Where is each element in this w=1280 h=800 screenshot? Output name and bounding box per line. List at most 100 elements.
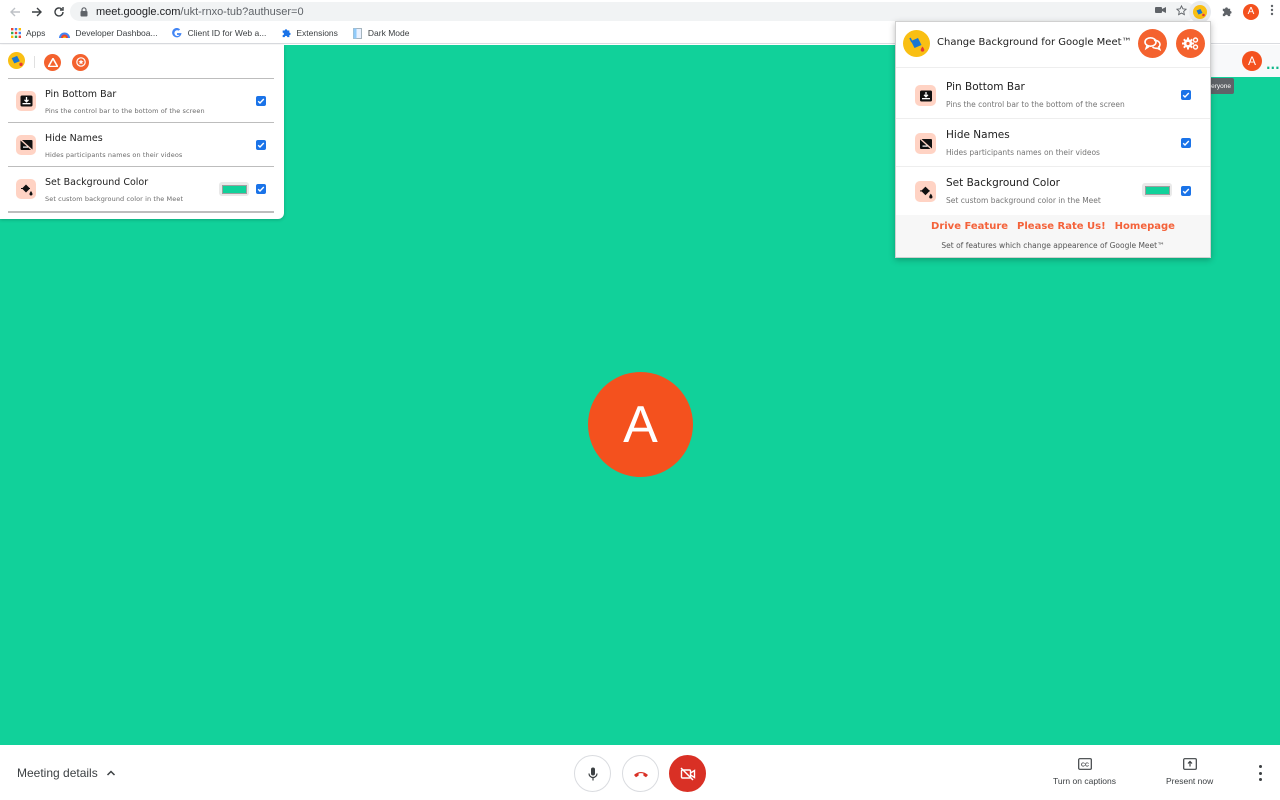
drive-button[interactable] bbox=[44, 53, 61, 71]
rate-button[interactable] bbox=[72, 53, 89, 71]
microphone-button[interactable] bbox=[574, 755, 611, 792]
meeting-details-label: Meeting details bbox=[17, 766, 98, 780]
hide-names-checkbox[interactable] bbox=[1181, 138, 1191, 148]
feature-description: Set custom background color in the Meet bbox=[45, 195, 184, 203]
present-screen-icon bbox=[1182, 758, 1197, 770]
settings-button[interactable] bbox=[1176, 29, 1205, 58]
panel-feature-background-color: Set Background Color Set custom backgrou… bbox=[8, 166, 274, 210]
extension-popup: Change Background for Google Meet™ Pin B… bbox=[895, 21, 1211, 258]
puzzle-icon bbox=[280, 28, 291, 39]
hide-names-checkbox[interactable] bbox=[256, 140, 266, 150]
arrow-left-icon bbox=[10, 7, 20, 16]
popup-feature-hide-names: Hide Names Hides participants names on t… bbox=[896, 119, 1210, 167]
background-color-checkbox[interactable] bbox=[256, 184, 266, 194]
meet-self-avatar[interactable]: A bbox=[1242, 51, 1262, 71]
address-bar[interactable]: meet.google.com/ukt-rnxo-tub?authuser=0 bbox=[70, 2, 1195, 21]
drive-feature-link[interactable]: Drive Feature bbox=[931, 221, 1008, 232]
camera-toggle-button[interactable] bbox=[669, 755, 706, 792]
browser-menu-button[interactable] bbox=[1264, 4, 1280, 20]
check-icon bbox=[257, 186, 265, 193]
captions-button[interactable]: CC Turn on captions bbox=[1053, 758, 1116, 786]
color-swatch bbox=[1144, 185, 1170, 195]
paint-bucket-icon bbox=[915, 181, 936, 202]
url-text: meet.google.com/ukt-rnxo-tub?authuser=0 bbox=[96, 6, 304, 18]
check-icon bbox=[1182, 92, 1190, 99]
bookmark-client-id[interactable]: Client ID for Web a... bbox=[172, 28, 267, 39]
color-swatch bbox=[221, 184, 247, 194]
feature-description: Pins the control bar to the bottom of th… bbox=[45, 107, 205, 115]
divider bbox=[34, 56, 35, 68]
apps-grid-icon bbox=[10, 28, 21, 39]
panel-feature-pin-bottom-bar: Pin Bottom Bar Pins the control bar to t… bbox=[8, 78, 274, 122]
svg-text:CC: CC bbox=[1081, 762, 1089, 768]
drive-triangle-icon bbox=[47, 57, 58, 67]
bookmark-developer-dashboard[interactable]: Developer Dashboa... bbox=[59, 28, 158, 39]
popup-tagline: Set of features which change appearence … bbox=[941, 241, 1165, 250]
popup-links: Drive Feature Please Rate Us! Homepage bbox=[896, 221, 1210, 232]
camera-in-use-icon[interactable] bbox=[1155, 6, 1166, 17]
feature-title: Pin Bottom Bar bbox=[45, 89, 117, 100]
panel-iconbar bbox=[8, 51, 89, 73]
url-path: /ukt-rnxo-tub?authuser=0 bbox=[180, 5, 304, 18]
background-color-picker[interactable] bbox=[219, 182, 249, 196]
more-options-button[interactable] bbox=[1253, 765, 1267, 781]
dot bbox=[1258, 771, 1262, 775]
arrow-right-icon bbox=[32, 7, 42, 16]
hide-names-icon bbox=[16, 135, 36, 155]
meet-control-bar: Meeting details CC Turn on captions Pres… bbox=[0, 745, 1280, 800]
bookmark-label: Developer Dashboa... bbox=[75, 28, 158, 38]
check-icon bbox=[257, 98, 265, 105]
pin-bottom-bar-checkbox[interactable] bbox=[1181, 90, 1191, 100]
extensions-button[interactable] bbox=[1217, 3, 1235, 21]
paint-bucket-logo-icon bbox=[1193, 4, 1207, 19]
rate-us-link[interactable]: Please Rate Us! bbox=[1017, 221, 1106, 232]
back-button[interactable] bbox=[4, 1, 26, 23]
profile-avatar-button[interactable]: A bbox=[1243, 3, 1259, 20]
meeting-details-button[interactable]: Meeting details bbox=[17, 766, 116, 780]
captions-label: Turn on captions bbox=[1053, 776, 1116, 786]
camera-off-icon bbox=[679, 766, 695, 781]
panel-feature-hide-names: Hide Names Hides participants names on t… bbox=[8, 122, 274, 166]
puzzle-icon bbox=[1222, 7, 1232, 17]
homepage-link[interactable]: Homepage bbox=[1115, 221, 1175, 232]
forward-button[interactable] bbox=[26, 1, 48, 23]
tooltip-everyone: eryone bbox=[1210, 78, 1234, 94]
present-now-button[interactable]: Present now bbox=[1166, 758, 1213, 786]
present-label: Present now bbox=[1166, 776, 1214, 786]
reload-button[interactable] bbox=[48, 1, 70, 23]
bookmark-label: Apps bbox=[26, 28, 46, 38]
google-g-icon bbox=[172, 28, 183, 39]
pin-bottom-bar-checkbox[interactable] bbox=[256, 96, 266, 106]
document-icon bbox=[352, 27, 363, 39]
bookmark-extensions[interactable]: Extensions bbox=[280, 28, 338, 39]
more-vert-icon bbox=[1270, 4, 1274, 15]
check-icon bbox=[1182, 140, 1190, 147]
leave-call-button[interactable] bbox=[622, 755, 659, 792]
background-color-picker[interactable] bbox=[1142, 183, 1172, 197]
popup-footer: Drive Feature Please Rate Us! Homepage S… bbox=[896, 215, 1210, 257]
more-options-dots-icon[interactable]: ··· bbox=[1266, 62, 1280, 74]
bookmark-dark-mode[interactable]: Dark Mode bbox=[352, 27, 410, 39]
popup-feature-background-color: Set Background Color Set custom backgrou… bbox=[896, 167, 1210, 215]
bookmark-label: Client ID for Web a... bbox=[187, 28, 267, 38]
pin-bottom-bar-icon bbox=[915, 85, 936, 106]
injected-feature-panel: Pin Bottom Bar Pins the control bar to t… bbox=[0, 45, 284, 219]
background-color-checkbox[interactable] bbox=[1181, 186, 1191, 196]
gears-icon bbox=[1182, 37, 1199, 50]
hang-up-icon bbox=[633, 771, 648, 777]
paint-bucket-logo-icon[interactable] bbox=[8, 51, 25, 73]
chat-bubbles-icon bbox=[1144, 37, 1161, 51]
bookmark-label: Dark Mode bbox=[367, 28, 410, 38]
feedback-button[interactable] bbox=[1138, 29, 1167, 58]
check-icon bbox=[1182, 188, 1190, 195]
feature-title: Hide Names bbox=[45, 133, 103, 144]
extension-change-background-button[interactable] bbox=[1189, 0, 1211, 23]
bookmark-label: Extensions bbox=[296, 28, 338, 38]
feature-title: Pin Bottom Bar bbox=[946, 81, 1025, 93]
feature-description: Hides participants names on their videos bbox=[45, 151, 183, 159]
popup-header: Change Background for Google Meet™ bbox=[896, 22, 1210, 68]
popup-title: Change Background for Google Meet™ bbox=[937, 37, 1132, 48]
microphone-icon bbox=[587, 767, 598, 780]
bookmark-apps[interactable]: Apps bbox=[10, 28, 45, 39]
dot bbox=[1258, 765, 1262, 768]
